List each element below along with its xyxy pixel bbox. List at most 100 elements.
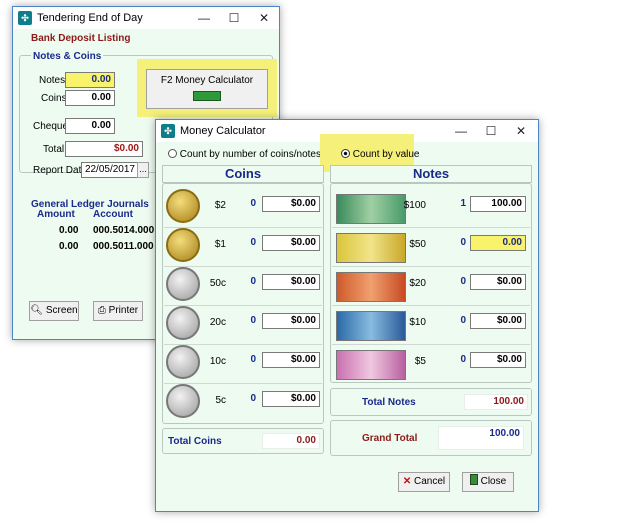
twenty-cent-coin-icon bbox=[166, 306, 200, 340]
radio-count-by-value-label: Count by value bbox=[352, 149, 420, 160]
radio-unselected-icon bbox=[168, 149, 177, 158]
notes-coins-heading: Notes & Coins bbox=[31, 51, 104, 62]
grand-total-field: 100.00 bbox=[438, 426, 524, 450]
cancel-x-icon: ✕ bbox=[402, 476, 412, 487]
radio-count-by-number-label: Count by number of coins/notes bbox=[179, 149, 321, 160]
notes-field[interactable]: 0.00 bbox=[65, 72, 115, 88]
screen-button-label: Screen bbox=[45, 305, 78, 316]
coin-count[interactable]: 0 bbox=[236, 198, 256, 209]
coin-denomination: 20c bbox=[209, 317, 226, 328]
tendering-titlebar: ✣ Tendering End of Day — ☐ ✕ bbox=[13, 7, 279, 29]
minimize-button[interactable]: — bbox=[446, 120, 476, 142]
printer-button-label: Printer bbox=[108, 305, 139, 316]
coin-value-field[interactable]: $0.00 bbox=[262, 274, 320, 290]
note-count[interactable]: 0 bbox=[446, 276, 466, 287]
magnifier-icon: 🔍︎ bbox=[30, 305, 44, 316]
row-divider bbox=[332, 227, 530, 228]
app-icon: ✣ bbox=[161, 124, 175, 138]
radio-selected-icon bbox=[341, 149, 350, 158]
one-dollar-coin-icon bbox=[166, 228, 200, 262]
note-value-field[interactable]: $0.00 bbox=[470, 352, 526, 368]
note-count[interactable]: 0 bbox=[446, 315, 466, 326]
report-date-label: Report Date bbox=[33, 165, 87, 176]
coin-value-field[interactable]: $0.00 bbox=[262, 313, 320, 329]
coin-value-field[interactable]: $0.00 bbox=[262, 391, 320, 407]
minimize-button[interactable]: — bbox=[189, 7, 219, 29]
gl-account-header: Account bbox=[93, 209, 133, 220]
total-coins-label: Total Coins bbox=[168, 436, 222, 447]
radio-count-by-number[interactable]: Count by number of coins/notes bbox=[168, 149, 321, 160]
gl-row-account: 000.5011.000 bbox=[93, 241, 154, 252]
row-divider bbox=[332, 305, 530, 306]
cheques-field[interactable]: 0.00 bbox=[65, 118, 115, 134]
grand-total-label: Grand Total bbox=[362, 433, 418, 444]
notes-header: Notes bbox=[330, 165, 532, 183]
coin-count[interactable]: 0 bbox=[236, 276, 256, 287]
coin-value-field[interactable]: $0.00 bbox=[262, 235, 320, 251]
coin-count[interactable]: 0 bbox=[236, 354, 256, 365]
coins-label: Coins bbox=[41, 93, 67, 104]
bank-deposit-title: Bank Deposit Listing bbox=[31, 33, 131, 44]
row-divider bbox=[332, 344, 530, 345]
fifty-cent-coin-icon bbox=[166, 267, 200, 301]
window-title: Money Calculator bbox=[180, 125, 266, 137]
screen-button[interactable]: 🔍︎ Screen bbox=[29, 301, 79, 321]
coin-denomination: 10c bbox=[209, 356, 226, 367]
coins-header: Coins bbox=[162, 165, 324, 183]
coin-denomination: $2 bbox=[214, 200, 226, 211]
coin-denomination: $1 bbox=[214, 239, 226, 250]
cancel-button-label: Cancel bbox=[414, 476, 446, 487]
close-window-button[interactable]: ✕ bbox=[506, 120, 536, 142]
close-window-button[interactable]: ✕ bbox=[249, 7, 279, 29]
gl-row-amount: 0.00 bbox=[59, 225, 79, 236]
report-date-field[interactable]: 22/05/2017 bbox=[81, 162, 139, 178]
maximize-button[interactable]: ☐ bbox=[219, 7, 249, 29]
note-count[interactable]: 0 bbox=[446, 354, 466, 365]
gl-row-account: 000.5014.000 bbox=[93, 225, 155, 236]
note-count[interactable]: 0 bbox=[446, 237, 466, 248]
total-notes-label: Total Notes bbox=[362, 397, 416, 408]
close-button[interactable]: Close bbox=[462, 472, 514, 492]
total-field: $0.00 bbox=[65, 141, 143, 157]
two-dollar-coin-icon bbox=[166, 189, 200, 223]
f2-money-calculator-button[interactable]: F2 Money Calculator bbox=[146, 69, 268, 109]
note-denomination: $10 bbox=[409, 317, 426, 328]
door-exit-icon bbox=[469, 474, 478, 485]
gl-amount-header: Amount bbox=[37, 209, 75, 220]
note-value-field[interactable]: $0.00 bbox=[470, 313, 526, 329]
note-value-field[interactable]: 0.00 bbox=[470, 235, 526, 251]
printer-button[interactable]: ⎙ Printer bbox=[93, 301, 143, 321]
note-value-field[interactable]: $0.00 bbox=[470, 274, 526, 290]
coin-denomination: 5c bbox=[215, 395, 226, 406]
cancel-button[interactable]: ✕ Cancel bbox=[398, 472, 450, 492]
coin-denomination: 50c bbox=[209, 278, 226, 289]
five-cent-coin-icon bbox=[166, 384, 200, 418]
money-stack-icon bbox=[193, 91, 221, 101]
coin-count[interactable]: 0 bbox=[236, 393, 256, 404]
ten-cent-coin-icon bbox=[166, 345, 200, 379]
app-icon: ✣ bbox=[18, 11, 32, 25]
note-denomination: $20 bbox=[409, 278, 426, 289]
row-divider bbox=[332, 266, 530, 267]
coin-count[interactable]: 0 bbox=[236, 315, 256, 326]
note-count[interactable]: 1 bbox=[446, 198, 466, 209]
notes-label: Notes bbox=[39, 75, 66, 86]
money-calculator-window: ✣ Money Calculator — ☐ ✕ Count by number… bbox=[155, 119, 539, 512]
note-value-field[interactable]: 100.00 bbox=[470, 196, 526, 212]
maximize-button[interactable]: ☐ bbox=[476, 120, 506, 142]
total-notes-field: 100.00 bbox=[464, 394, 528, 410]
date-picker-button[interactable]: ... bbox=[137, 162, 149, 178]
printer-icon: ⎙ bbox=[97, 305, 106, 316]
radio-count-by-value[interactable]: Count by value bbox=[341, 149, 420, 160]
total-coins-field: 0.00 bbox=[262, 433, 320, 449]
gl-row-amount: 0.00 bbox=[59, 241, 79, 252]
note-denomination: $50 bbox=[409, 239, 426, 250]
total-label: Total bbox=[43, 144, 65, 155]
coin-value-field[interactable]: $0.00 bbox=[262, 196, 320, 212]
window-title: Tendering End of Day bbox=[37, 12, 143, 24]
coin-count[interactable]: 0 bbox=[236, 237, 256, 248]
coins-field[interactable]: 0.00 bbox=[65, 90, 115, 106]
calc-button-label: F2 Money Calculator bbox=[160, 75, 254, 86]
close-button-label: Close bbox=[480, 476, 507, 487]
coin-value-field[interactable]: $0.00 bbox=[262, 352, 320, 368]
